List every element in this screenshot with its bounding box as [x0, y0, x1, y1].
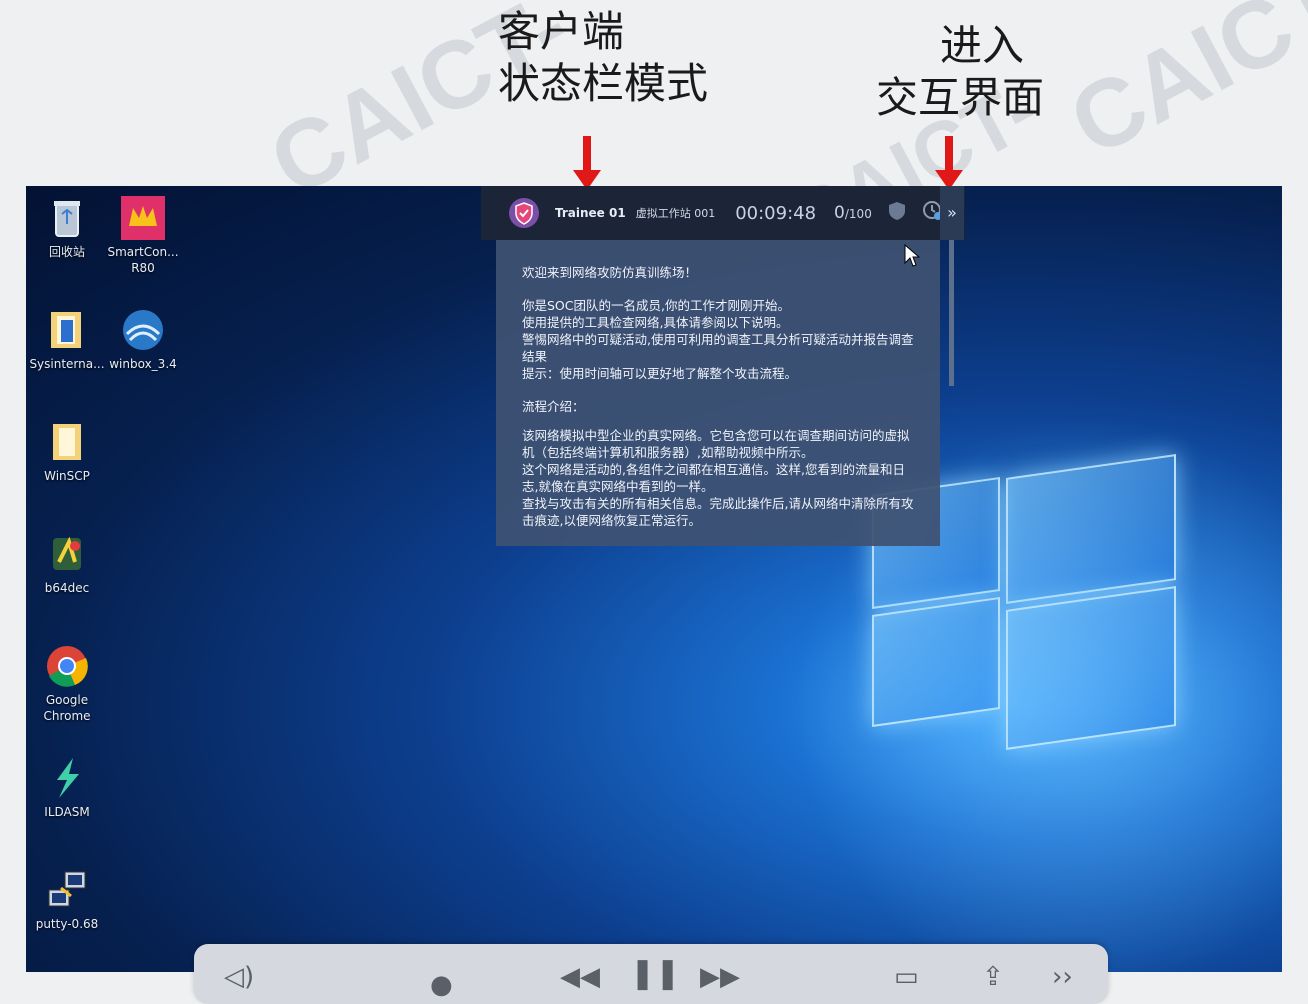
red-arrow-icon	[573, 136, 601, 190]
icon-label: winbox_3.4	[109, 357, 177, 371]
b64dec-icon	[45, 532, 89, 576]
elapsed-timer: 00:09:48	[735, 202, 817, 224]
icon-label: b64dec	[44, 581, 90, 595]
fast-forward-icon[interactable]: ▶▶	[700, 962, 740, 992]
workstation-name: 虚拟工作站 001	[635, 207, 716, 220]
chrome-icon	[45, 644, 89, 688]
desktop-icon-b64dec[interactable]: b64dec	[26, 532, 108, 596]
callout-line: 状态栏模式	[498, 59, 709, 108]
desktop-icon-putty[interactable]: putty-0.68	[26, 868, 108, 932]
desktop-icon-recycle-bin[interactable]: 回收站	[26, 196, 108, 260]
seek-handle-icon[interactable]: ●	[430, 970, 453, 1000]
desktop-icon-smartconsole[interactable]: SmartCon... R80	[102, 196, 184, 276]
winbox-icon	[121, 308, 165, 352]
icon-label: putty-0.68	[35, 917, 99, 931]
client-statusbar: Trainee 01 虚拟工作站 001 00:09:48 0/100	[481, 186, 965, 240]
desktop-icon-ildasm[interactable]: ILDASM	[26, 756, 108, 820]
desktop-icon-sysinternals[interactable]: Sysinterna...	[26, 308, 108, 372]
welcome-text: 欢迎来到网络攻防仿真训练场！	[522, 265, 698, 280]
welcome-panel: 欢迎来到网络攻防仿真训练场！ 你是SOC团队的一名成员,你的工作才刚刚开始。 使…	[496, 240, 940, 546]
putty-icon	[45, 868, 89, 912]
trainee-name: Trainee 01	[555, 206, 626, 220]
watermark: CAICT-	[1053, 0, 1308, 177]
process-text: 该网络模拟中型企业的真实网络。它包含您可以在调查期间访问的虚拟机（包括终端计算机…	[522, 428, 914, 528]
callout-line: 客户端	[498, 7, 625, 56]
expand-interface-button[interactable]: »	[940, 186, 964, 240]
folder-icon	[45, 420, 89, 464]
callout-statusbar-mode: 客户端 状态栏模式	[498, 6, 708, 110]
recycle-bin-icon	[45, 196, 89, 240]
callout-line: 进入	[940, 21, 1025, 70]
screen-icon[interactable]: ▭	[894, 962, 919, 992]
score-display: 0/100	[834, 203, 872, 223]
desktop-icon-winscp[interactable]: WinSCP	[26, 420, 108, 484]
desktop-icon-winbox[interactable]: winbox_3.4	[102, 308, 184, 372]
video-control-bar: ◁) ● ◀◀ ❚❚ ▶▶ ▭ ⇪ ››	[194, 944, 1108, 1004]
panel-scrollbar[interactable]	[949, 240, 954, 386]
score-total: /100	[844, 207, 872, 221]
red-arrow-icon	[935, 136, 963, 190]
process-title: 流程介绍：	[522, 399, 585, 414]
desktop-icon-chrome[interactable]: Google Chrome	[26, 644, 108, 724]
volume-icon[interactable]: ◁)	[224, 962, 254, 992]
smartconsole-icon	[121, 196, 165, 240]
shield-icon[interactable]	[888, 201, 906, 225]
icon-label: SmartCon... R80	[107, 245, 179, 275]
icon-label: Sysinterna...	[29, 357, 105, 371]
more-icon[interactable]: ››	[1052, 962, 1073, 992]
pause-icon[interactable]: ❚❚	[630, 956, 680, 991]
shield-logo-icon[interactable]	[507, 196, 541, 230]
icon-label: 回收站	[48, 245, 85, 259]
icon-label: Google Chrome	[43, 693, 91, 723]
intro-text: 你是SOC团队的一名成员,你的工作才刚刚开始。 使用提供的工具检查网络,具体请参…	[522, 298, 914, 381]
rewind-icon[interactable]: ◀◀	[560, 962, 600, 992]
desktop-screen: 回收站 SmartCon... R80 Sysinterna... winbox…	[26, 186, 1282, 972]
share-icon[interactable]: ⇪	[982, 962, 1004, 992]
ildasm-icon	[45, 756, 89, 800]
score-value: 0	[834, 203, 845, 223]
callout-line: 交互界面	[876, 73, 1045, 122]
folder-icon	[45, 308, 89, 352]
mouse-cursor-icon	[904, 243, 921, 272]
callout-enter-interface: 进入 交互界面	[876, 20, 1044, 124]
icon-label: ILDASM	[44, 805, 90, 819]
icon-label: WinSCP	[44, 469, 90, 483]
